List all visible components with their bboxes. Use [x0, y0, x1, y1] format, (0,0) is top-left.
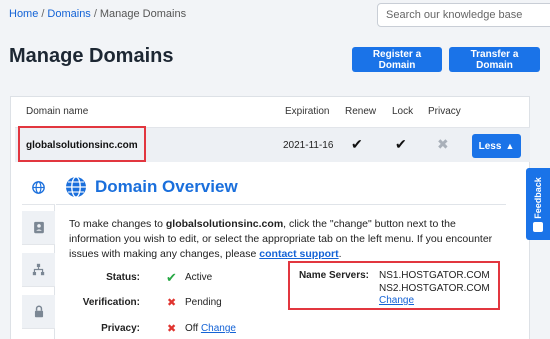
breadcrumb-domains-link[interactable]: Domains — [47, 8, 90, 20]
column-header-privacy: Privacy — [428, 106, 461, 117]
breadcrumb-current: Manage Domains — [99, 8, 187, 20]
privacy-change-link[interactable]: Change — [201, 323, 236, 334]
column-header-expiration: Expiration — [285, 106, 330, 117]
feedback-label: Feedback — [533, 177, 543, 219]
breadcrumb-home-link[interactable]: Home — [9, 8, 38, 20]
sitemap-icon — [32, 263, 45, 276]
contact-support-link[interactable]: contact support — [259, 248, 338, 260]
intro-domain: globalsolutionsinc.com — [165, 218, 284, 230]
tab-contacts[interactable] — [22, 211, 55, 245]
register-domain-button[interactable]: Register a Domain — [352, 47, 442, 72]
name-servers-label: Name Servers: — [298, 270, 369, 281]
tab-nameservers[interactable] — [22, 253, 55, 287]
less-toggle-button[interactable]: Less ▲ — [472, 134, 521, 158]
address-book-icon — [33, 221, 44, 234]
expiration-cell: 2021-11-16 — [283, 140, 334, 151]
renew-check-icon: ✔ — [351, 136, 363, 152]
status-label: Status: — [106, 272, 140, 283]
column-header-renew: Renew — [345, 106, 377, 117]
breadcrumb-separator: / — [41, 8, 45, 20]
search-input[interactable] — [377, 3, 550, 27]
privacy-state: Off — [185, 323, 199, 334]
globe-icon — [66, 176, 86, 198]
transfer-domain-button[interactable]: Transfer a Domain — [449, 47, 540, 72]
chevron-up-icon: ▲ — [505, 140, 515, 151]
smiley-icon — [533, 222, 543, 232]
overview-title: Domain Overview — [95, 177, 238, 196]
domain-side-tabs — [22, 171, 55, 339]
column-header-lock: Lock — [392, 106, 414, 117]
tab-overview[interactable] — [22, 171, 55, 205]
privacy-x-icon: ✖ — [437, 136, 449, 152]
globe-icon — [32, 181, 45, 194]
column-header-domain: Domain name — [26, 106, 89, 117]
intro-text: To make changes to — [69, 218, 166, 230]
feedback-tab[interactable]: Feedback — [526, 168, 550, 240]
nameserver-2: NS2.HOSTGATOR.COM — [379, 283, 490, 294]
overview-divider — [56, 204, 506, 205]
page-title: Manage Domains — [9, 45, 174, 67]
verification-label: Verification: — [82, 297, 140, 308]
breadcrumb: Home / Domains / Manage Domains — [9, 8, 186, 20]
breadcrumb-separator: / — [93, 8, 97, 20]
nameserver-1: NS1.HOSTGATOR.COM — [379, 270, 490, 281]
x-icon: ✖ — [167, 297, 177, 309]
highlight-box-domain — [18, 126, 146, 162]
intro-text: . — [338, 248, 342, 260]
less-label: Less — [478, 140, 502, 152]
status-value: Active — [185, 272, 213, 283]
nameservers-change-link[interactable]: Change — [379, 295, 414, 306]
privacy-label: Privacy: — [101, 323, 140, 334]
check-icon: ✔ — [166, 270, 177, 285]
privacy-value: Off Change — [185, 323, 236, 334]
tab-security[interactable] — [22, 295, 55, 329]
overview-intro-text: To make changes to globalsolutionsinc.co… — [69, 217, 509, 262]
verification-value: Pending — [185, 297, 222, 308]
x-icon: ✖ — [167, 323, 177, 335]
lock-icon — [34, 305, 43, 318]
lock-check-icon: ✔ — [395, 136, 407, 152]
